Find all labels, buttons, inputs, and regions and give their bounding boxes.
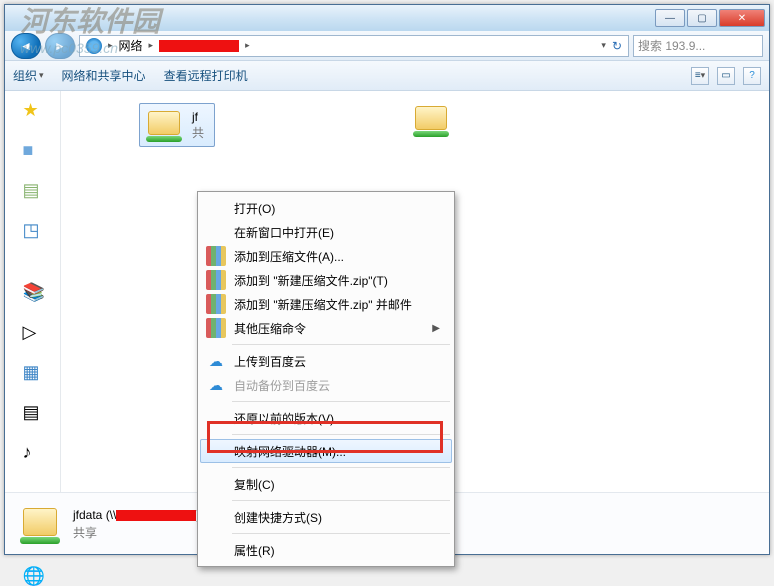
- archive-icon: [206, 294, 226, 314]
- preview-pane-button[interactable]: ▭: [717, 67, 735, 85]
- menu-restore-previous[interactable]: 还原以前的版本(V): [200, 406, 452, 430]
- chevron-right-icon: ▸: [245, 40, 250, 51]
- folder-item-selected[interactable]: jf 共: [139, 103, 215, 147]
- organize-button[interactable]: 组织 ▾: [13, 67, 44, 84]
- cloud-icon: ☁: [206, 375, 226, 395]
- pictures-icon[interactable]: ▦: [23, 363, 43, 381]
- menu-separator: [232, 344, 450, 345]
- content-pane[interactable]: jf 共 打开(O) 在新窗口中打开(E) 添加到压缩文件(A)... 添加到 …: [61, 91, 769, 492]
- context-menu: 打开(O) 在新窗口中打开(E) 添加到压缩文件(A)... 添加到 "新建压缩…: [197, 191, 455, 567]
- refresh-icon[interactable]: ↻: [612, 39, 622, 53]
- breadcrumb-network[interactable]: 网络: [119, 37, 143, 54]
- menu-separator: [232, 533, 450, 534]
- desktop-icon[interactable]: ■: [23, 141, 43, 159]
- minimize-button[interactable]: —: [655, 9, 685, 27]
- menu-separator: [232, 467, 450, 468]
- explorer-window: — ▢ ✕ ◄ ► ▸ 网络 ▸ ▸ ▾ ↻ 搜索 193.9... 组织 ▾ …: [4, 4, 770, 555]
- folder-label: jf: [192, 110, 204, 124]
- breadcrumb-redacted: [159, 40, 239, 52]
- music-icon[interactable]: ♪: [23, 443, 43, 461]
- menu-map-network-drive[interactable]: 映射网络驱动器(M)...: [200, 439, 452, 463]
- search-input[interactable]: 搜索 193.9...: [633, 35, 763, 57]
- menu-separator: [232, 434, 450, 435]
- favorites-icon[interactable]: ★: [23, 101, 43, 119]
- details-type: 共享: [73, 524, 200, 541]
- toolbar: 组织 ▾ 网络和共享中心 查看远程打印机 ≡ ▾ ▭ ?: [5, 61, 769, 91]
- menu-other-compress[interactable]: 其他压缩命令▶: [200, 316, 452, 340]
- menu-open-new-window[interactable]: 在新窗口中打开(E): [200, 220, 452, 244]
- view-remote-printers-button[interactable]: 查看远程打印机: [164, 67, 248, 84]
- menu-create-shortcut[interactable]: 创建快捷方式(S): [200, 505, 452, 529]
- folder-sublabel: 共: [192, 124, 204, 141]
- menu-properties[interactable]: 属性(R): [200, 538, 452, 562]
- archive-icon: [206, 246, 226, 266]
- network-nav-icon[interactable]: 🌐: [23, 567, 43, 585]
- network-center-button[interactable]: 网络和共享中心: [62, 67, 146, 84]
- documents-icon[interactable]: ▤: [23, 403, 43, 421]
- details-redacted: [116, 510, 196, 521]
- search-placeholder: 搜索 193.9...: [638, 37, 705, 54]
- cloud-icon: ☁: [206, 351, 226, 371]
- menu-auto-backup-baidu: ☁自动备份到百度云: [200, 373, 452, 397]
- menu-add-to-archive[interactable]: 添加到压缩文件(A)...: [200, 244, 452, 268]
- shared-folder-icon: [144, 108, 186, 142]
- chevron-right-icon: ▶: [432, 323, 440, 334]
- recent-icon[interactable]: ◳: [23, 221, 43, 239]
- libraries-icon[interactable]: 📚: [23, 283, 43, 301]
- shared-folder-icon: [17, 504, 63, 544]
- menu-separator: [232, 401, 450, 402]
- videos-icon[interactable]: ▷: [23, 323, 43, 341]
- menu-add-to-zip[interactable]: 添加到 "新建压缩文件.zip"(T): [200, 268, 452, 292]
- close-button[interactable]: ✕: [719, 9, 765, 27]
- forward-button[interactable]: ►: [45, 33, 75, 59]
- archive-icon: [206, 318, 226, 338]
- menu-add-to-zip-mail[interactable]: 添加到 "新建压缩文件.zip" 并邮件: [200, 292, 452, 316]
- address-bar: ◄ ► ▸ 网络 ▸ ▸ ▾ ↻ 搜索 193.9...: [5, 31, 769, 61]
- details-name: jfdata (\\): [73, 507, 200, 522]
- nav-pane: ★ ■ ▤ ◳ 📚 ▷ ▦ ▤ ♪ 🖥 🌐: [5, 91, 61, 492]
- breadcrumb[interactable]: ▸ 网络 ▸ ▸ ▾ ↻: [79, 35, 629, 57]
- downloads-icon[interactable]: ▤: [23, 181, 43, 199]
- archive-icon: [206, 270, 226, 290]
- folder-item[interactable]: [411, 103, 453, 137]
- body-area: ★ ■ ▤ ◳ 📚 ▷ ▦ ▤ ♪ 🖥 🌐 jf 共: [5, 91, 769, 492]
- menu-upload-baidu[interactable]: ☁上传到百度云: [200, 349, 452, 373]
- dropdown-icon[interactable]: ▾: [601, 40, 606, 51]
- chevron-right-icon: ▸: [108, 40, 113, 51]
- maximize-button[interactable]: ▢: [687, 9, 717, 27]
- view-options-button[interactable]: ≡ ▾: [691, 67, 709, 85]
- menu-open[interactable]: 打开(O): [200, 196, 452, 220]
- help-button[interactable]: ?: [743, 67, 761, 85]
- shared-folder-icon: [411, 103, 453, 137]
- titlebar: — ▢ ✕: [5, 5, 769, 31]
- network-icon: [86, 38, 102, 54]
- back-button[interactable]: ◄: [11, 33, 41, 59]
- menu-separator: [232, 500, 450, 501]
- chevron-right-icon: ▸: [149, 40, 154, 51]
- menu-copy[interactable]: 复制(C): [200, 472, 452, 496]
